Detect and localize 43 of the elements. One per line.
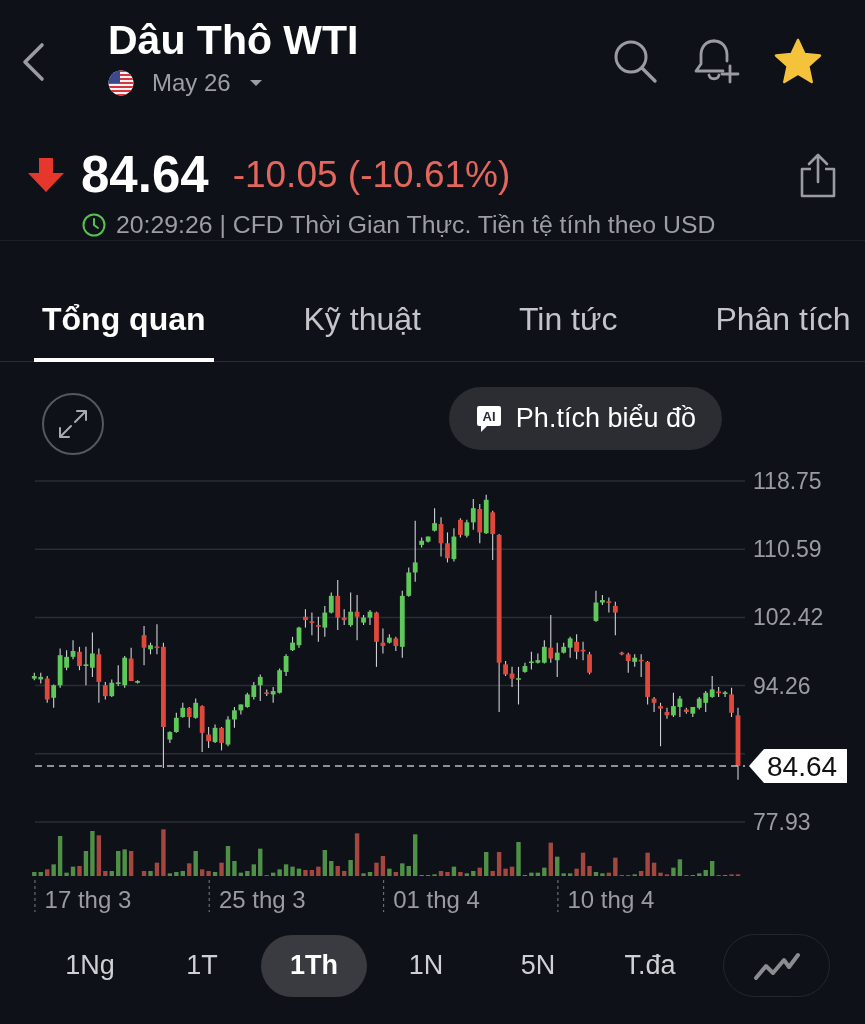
range-button[interactable]: 1N <box>373 934 479 997</box>
add-alert-button[interactable] <box>692 38 740 84</box>
line-chart-icon <box>752 950 801 981</box>
price-axis-label: 77.93 <box>753 809 811 835</box>
bell-plus-icon <box>692 38 740 84</box>
star-icon[interactable] <box>774 38 822 84</box>
range-button[interactable]: 1T <box>149 934 255 997</box>
price-axis-label: 102.42 <box>753 604 824 631</box>
price-change: -10.05 (-10.61%) <box>232 153 511 197</box>
ref-line-label: 84.64 <box>767 751 838 783</box>
section-tab[interactable]: Tin tức <box>510 300 626 362</box>
contract-selector[interactable]: May 26 <box>108 68 263 98</box>
price-axis-label: 94.26 <box>753 672 811 699</box>
clock-icon <box>82 213 106 237</box>
date-axis-label: 10 thg 4 <box>567 885 655 913</box>
last-price: 84.64 <box>81 147 209 203</box>
quote-status: 20:29:26 | CFD Thời Gian Thực. Tiền tệ tính theo USD <box>116 210 716 240</box>
date-axis-label: 01 thg 4 <box>393 885 480 913</box>
expand-icon <box>57 408 89 440</box>
chevron-left-icon <box>20 42 46 82</box>
section-tab[interactable]: Kỹ thuật <box>295 300 429 362</box>
ai-badge: AI <box>475 404 502 433</box>
share-button[interactable] <box>799 152 837 198</box>
date-axis-label: 17 thg 3 <box>44 885 132 913</box>
range-button[interactable]: 1Ng <box>37 934 143 997</box>
search-icon <box>612 38 658 84</box>
price-tag: 84.64 <box>749 748 847 783</box>
chart-analysis-button[interactable]: AI Ph.tích biểu đồ <box>448 387 722 450</box>
search-button[interactable] <box>612 38 658 84</box>
back-button[interactable] <box>20 42 46 82</box>
range-button[interactable]: T.đa <box>597 934 703 997</box>
flag-icon <box>108 70 134 96</box>
caret-down-icon <box>248 79 263 87</box>
section-tab[interactable]: Tổng quan <box>34 300 214 362</box>
expand-button[interactable] <box>42 393 104 455</box>
price-axis-label: 118.75 <box>753 468 822 494</box>
price-axis-label: 110.59 <box>753 536 822 563</box>
share-icon <box>799 152 837 198</box>
range-button[interactable]: 5N <box>485 934 591 997</box>
instrument-title: Dâu Thô WTI <box>108 16 359 64</box>
range-button[interactable]: 1Th <box>261 934 367 997</box>
section-tab[interactable]: Phân tích <box>707 300 859 362</box>
date-axis-label: 25 thg 3 <box>218 885 306 913</box>
